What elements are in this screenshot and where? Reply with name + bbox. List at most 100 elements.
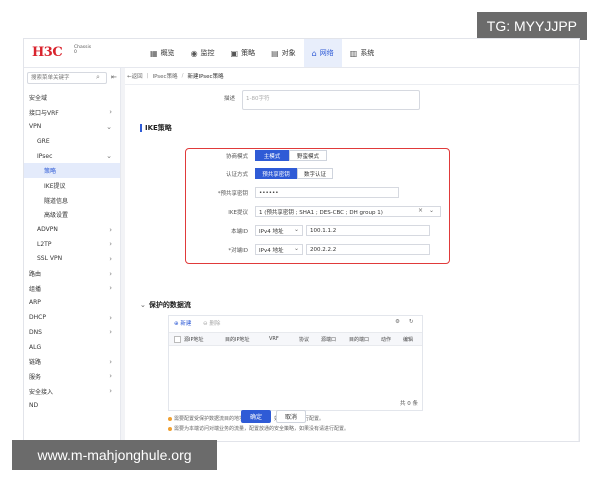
table-header: 源IP地址 目的IP地址 VRF 协议 源端口 目的端口 动作 编辑 (169, 332, 422, 346)
nav-system[interactable]: ▥ 系统 (342, 39, 383, 67)
watermark-bottom: www.m-mahjonghule.org (12, 440, 217, 470)
flow-table: ⊕ 新建 ⊖ 删除 ⚙ ↻ 源IP地址 目的IP地址 VRF 协议 源端口 目的… (168, 315, 423, 411)
system-icon: ▥ (349, 48, 358, 58)
monitor-icon: ◉ (190, 48, 198, 58)
chevron-right-icon: › (109, 254, 112, 263)
add-flow-button[interactable]: ⊕ 新建 (174, 319, 191, 327)
chassis-label: Chassis 0 (74, 45, 92, 55)
sidebar-item-nd[interactable]: ND (24, 398, 120, 413)
chevron-right-icon: › (109, 240, 112, 249)
col-dst-port: 目的端口 (349, 337, 370, 343)
ike-proposal-label: IKE提议 (228, 210, 248, 216)
sidebar-item-dhcp[interactable]: DHCP › (24, 310, 120, 325)
main-mode-button[interactable]: 主模式 (255, 150, 289, 161)
psk-label: *预共享密钥 (217, 191, 248, 197)
sidebar-item-routing[interactable]: 路由 › (24, 266, 120, 281)
warning-icon (168, 416, 172, 421)
delete-flow-button[interactable]: ⊖ 删除 (203, 319, 220, 327)
description-row: 描述 1-80字符 (125, 90, 578, 112)
sidebar-item-alg[interactable]: ALG (24, 340, 120, 355)
back-link[interactable]: ←返回 (127, 72, 143, 80)
sidebar-item-policy[interactable]: 策略 (24, 163, 120, 179)
sidebar-item-vpn[interactable]: VPN ⌄ (24, 119, 120, 134)
main-nav: ▦ 概览 ◉ 监控 ▣ 策略 ▤ 对象 ⌂ 网络 ▥ 系统 (142, 39, 382, 67)
peer-id-input[interactable]: 200.2.2.2 (306, 244, 430, 255)
chevron-right-icon: › (109, 225, 112, 234)
negotiation-mode-label: 协商模式 (225, 154, 248, 160)
sidebar-item-dns[interactable]: DNS › (24, 325, 120, 340)
aggressive-mode-button[interactable]: 野蛮模式 (289, 150, 327, 161)
clear-icon[interactable]: × (418, 207, 423, 214)
sidebar-item-ssl-vpn[interactable]: SSL VPN › (24, 252, 120, 267)
breadcrumb-parent[interactable]: IPsec策略 (152, 72, 177, 80)
chevron-right-icon: › (109, 313, 112, 322)
nav-dashboard[interactable]: ▦ 概览 (142, 39, 183, 67)
object-icon: ▤ (271, 48, 279, 58)
policy-icon: ▣ (230, 48, 239, 58)
col-edit: 编辑 (403, 337, 414, 343)
col-protocol: 协议 (299, 337, 310, 343)
chevron-down-icon[interactable]: ⌄ (294, 226, 299, 233)
sidebar-item-secure-access[interactable]: 安全接入 › (24, 384, 120, 399)
description-textarea[interactable]: 1-80字符 (242, 90, 420, 110)
sidebar-item-tunnel-info[interactable]: 隧道信息 (24, 193, 120, 208)
sidebar-item-ike-proposal[interactable]: IKE提议 (24, 178, 120, 193)
refresh-icon[interactable]: ↻ (409, 319, 414, 325)
sidebar-item-multicast[interactable]: 组播 › (24, 281, 120, 296)
sidebar-item-service[interactable]: 服务 › (24, 369, 120, 384)
collapse-icon[interactable]: ⇤ (111, 73, 117, 81)
description-label: 描述 (223, 96, 235, 102)
search-icon[interactable]: ⌕ (96, 73, 100, 82)
chevron-down-icon[interactable]: ⌄ (294, 245, 299, 252)
chevron-down-icon[interactable]: ⌄ (429, 207, 434, 214)
chevron-right-icon: › (109, 328, 112, 337)
chevron-down-icon[interactable]: ⌄ (140, 301, 146, 309)
chevron-right-icon: › (109, 387, 112, 396)
warning-icon (168, 426, 172, 431)
ike-policy-section-title: IKE策略 (140, 123, 172, 133)
nav-monitor[interactable]: ◉ 监控 (183, 39, 223, 67)
cert-auth-button[interactable]: 数字认证 (297, 168, 333, 179)
sidebar: ⌕ ⇤ 安全域 接口与VRF› VPN⌄ GRE IPsec⌄ 策略 IKE提议… (24, 68, 121, 441)
breadcrumb-current: 新建IPsec策略 (187, 74, 224, 80)
local-id-input[interactable]: 100.1.1.2 (306, 225, 430, 236)
nav-object[interactable]: ▤ 对象 (263, 39, 304, 67)
psk-input[interactable]: •••••• (255, 187, 399, 198)
cancel-button[interactable]: 取消 (276, 410, 306, 423)
settings-icon[interactable]: ⚙ (395, 319, 400, 325)
note-policy: 需要为本端访问对端业务的流量，配置放通的安全策略，如果没有请进行配置。 (168, 425, 349, 432)
nav-policy[interactable]: ▣ 策略 (223, 39, 264, 67)
table-toolbar: ⊕ 新建 ⊖ 删除 ⚙ ↻ (169, 316, 422, 330)
nav-network[interactable]: ⌂ 网络 (303, 39, 342, 67)
sidebar-item-arp[interactable]: ARP (24, 296, 120, 311)
sidebar-item-advanced[interactable]: 高级设置 (24, 208, 120, 223)
sidebar-search-input[interactable] (27, 72, 107, 84)
ok-button[interactable]: 确定 (241, 410, 271, 423)
chevron-down-icon: ⌄ (106, 122, 112, 131)
sidebar-item-gre[interactable]: GRE (24, 134, 120, 149)
chevron-right-icon: › (109, 357, 112, 366)
sidebar-item-security-zone[interactable]: 安全域 (24, 90, 120, 105)
app-window: H3C Chassis 0 ▦概览 ◉监控 ▣策略 ▤对象 ⌂网络 ▥系统 ⌕ … (23, 38, 580, 442)
sidebar-item-interface-vrf[interactable]: 接口与VRF › (24, 105, 120, 120)
ike-proposal-select[interactable]: 1 (预共享密钥 ; SHA1 ; DES-CBC ; DH group 1) (255, 206, 441, 217)
section-marker (140, 124, 142, 132)
col-src-port: 源端口 (321, 337, 337, 343)
sidebar-item-link[interactable]: 链路 › (24, 354, 120, 369)
select-all-checkbox[interactable] (174, 336, 181, 343)
chevron-right-icon: › (109, 108, 112, 117)
ike-policy-highlight-box: 协商模式 主模式 野蛮模式 认证方式 预共享密钥 数字认证 *预共享密钥 •••… (185, 148, 450, 264)
h3c-logo: H3C (32, 45, 63, 60)
psk-auth-button[interactable]: 预共享密钥 (255, 168, 297, 179)
sidebar-item-advpn[interactable]: ADVPN › (24, 222, 120, 237)
main-content: ←返回 | IPsec策略 / 新建IPsec策略 描述 1-80字符 IKE策… (125, 68, 580, 441)
top-bar: H3C Chassis 0 ▦ 概览 ◉ 监控 ▣ 策略 ▤ 对象 ⌂ 网络 ▥ 系统 (24, 39, 579, 68)
dashboard-icon: ▦ (150, 48, 158, 58)
sidebar-item-ipsec[interactable]: IPsec ⌄ (24, 149, 120, 164)
col-src-ip: 源IP地址 (184, 337, 204, 343)
sidebar-item-l2tp[interactable]: L2TP › (24, 237, 120, 252)
sidebar-menu: 安全域 接口与VRF › VPN ⌄ GRE IPsec ⌄ 策略 IKE提议 隧道信… (24, 90, 120, 413)
breadcrumb: ←返回 | IPsec策略 / 新建IPsec策略 (125, 68, 580, 85)
chevron-right-icon: › (109, 284, 112, 293)
col-dst-ip: 目的IP地址 (225, 337, 250, 343)
